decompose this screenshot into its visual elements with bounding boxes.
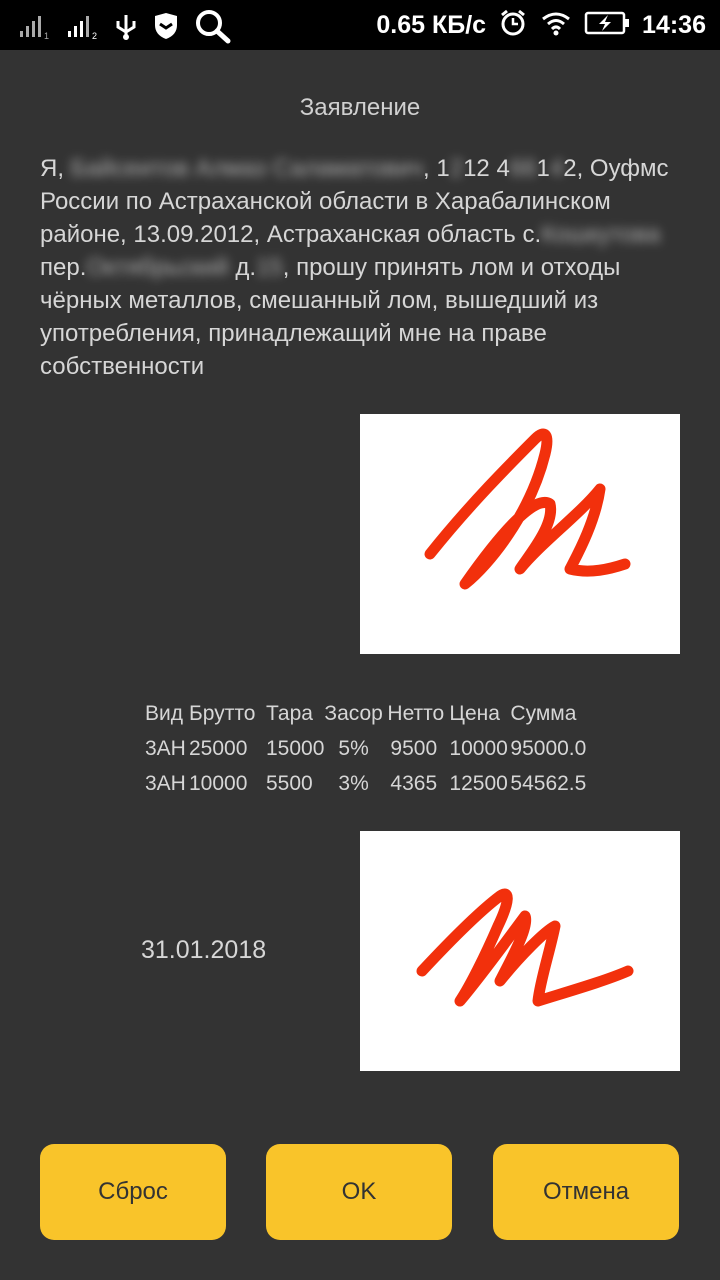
battery-charging-icon: [584, 10, 630, 41]
svg-text:1: 1: [44, 31, 49, 41]
cell-price: 12500: [449, 771, 508, 795]
header-debris: Засор: [324, 701, 383, 725]
cell-gross: 25000: [189, 736, 248, 760]
cell-net: 9500: [390, 736, 438, 760]
redacted-house: 15: [256, 254, 283, 281]
ok-button[interactable]: OK: [266, 1144, 452, 1240]
statement-part: д.: [228, 254, 257, 281]
cancel-button[interactable]: Отмена: [493, 1144, 679, 1240]
header-net: Нетто: [387, 701, 445, 725]
redacted-name: Байсеитов Алмаз Саламатович: [70, 155, 424, 182]
table-row: 3АН 25000 15000 5% 9500 10000 95000.0: [145, 731, 586, 766]
signature-pad-1[interactable]: [360, 414, 680, 654]
header-sum: Сумма: [510, 701, 577, 725]
cell-price: 10000: [449, 736, 508, 760]
page-title: Заявление: [299, 94, 421, 121]
search-icon: [194, 8, 232, 49]
redacted-passport-digit: 2: [449, 155, 464, 182]
signal-1-icon: 1: [18, 11, 52, 46]
redacted-passport-digit: 66: [509, 155, 537, 182]
date-label: 31.01.2018: [141, 936, 267, 964]
statement-part: пер.: [40, 254, 87, 281]
cell-type: 3АН: [145, 771, 186, 795]
alarm-icon: [498, 8, 528, 43]
header-type: Вид: [145, 701, 183, 725]
signature-drawing: [416, 888, 634, 1007]
table-row: 3АН 10000 5500 3% 4365 12500 54562.5: [145, 766, 586, 801]
statement-part: , 1: [423, 155, 450, 182]
header-tare: Тара: [266, 701, 313, 725]
signature-pad-2[interactable]: [360, 831, 680, 1071]
cell-tare: 5500: [266, 771, 313, 795]
cell-net: 4365: [390, 771, 438, 795]
status-bar-left: 1 2: [18, 8, 232, 49]
cell-gross: 10000: [189, 771, 248, 795]
cell-type: 3АН: [145, 736, 186, 760]
shield-icon: [152, 11, 180, 46]
signature-drawing: [424, 428, 631, 590]
clock: 14:36: [642, 10, 706, 39]
redacted-passport-digit: 4: [549, 155, 564, 182]
statement-part: Я,: [40, 155, 71, 182]
status-bar-right: 0.65 КБ/с 14:36: [376, 0, 706, 50]
cell-sum: 54562.5: [510, 771, 587, 795]
table-header-row: Вид Брутто Тара Засор Нетто Цена Сумма: [145, 696, 586, 731]
redacted-village: Кошкутова: [541, 221, 661, 248]
signal-2-icon: 2: [66, 11, 100, 46]
header-price: Цена: [449, 701, 500, 725]
redacted-street: Октябрьский: [86, 254, 229, 281]
cell-tare: 15000: [266, 736, 325, 760]
statement-part: 1: [536, 155, 550, 182]
statement-part: 12 4: [463, 155, 510, 182]
usb-icon: [114, 11, 138, 46]
network-speed: 0.65 КБ/с: [376, 10, 487, 39]
svg-text:2: 2: [92, 31, 97, 41]
header-gross: Брутто: [189, 701, 256, 725]
wifi-icon: [540, 9, 572, 42]
cell-debris: 5%: [338, 736, 369, 760]
statement-text: Я, Байсеитов Алмаз Саламатович, 1212 466…: [40, 152, 680, 383]
cell-sum: 95000.0: [510, 736, 587, 760]
scrap-table: Вид Брутто Тара Засор Нетто Цена Сумма 3…: [145, 696, 586, 801]
cell-debris: 3%: [338, 771, 369, 795]
reset-button[interactable]: Сброс: [40, 1144, 226, 1240]
status-bar: 1 2 0.65 КБ/с 14:36: [0, 0, 720, 50]
